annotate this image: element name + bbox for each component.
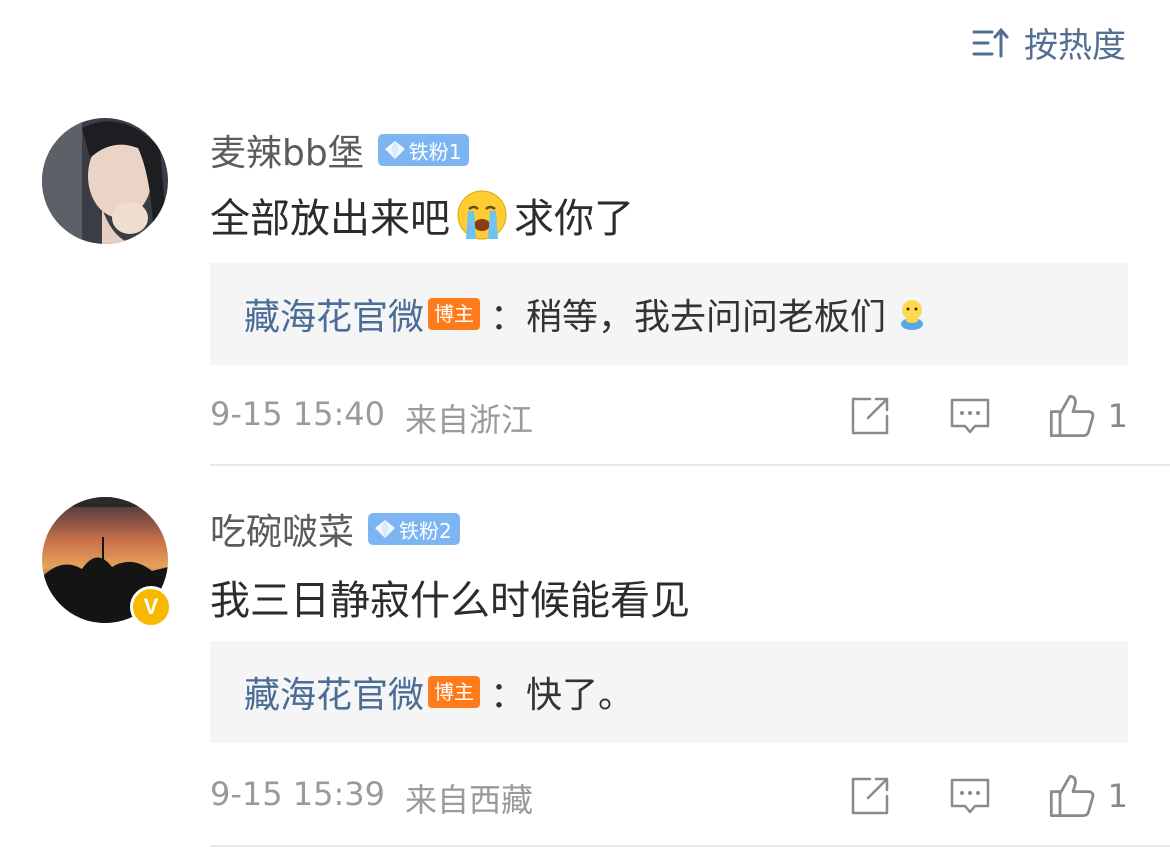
- comment-icon: [950, 398, 989, 434]
- reply-text: ：稍等，我去问问老板们: [490, 297, 887, 338]
- like-button[interactable]: 1: [1048, 392, 1128, 440]
- comment-text-part: 全部放出来吧: [210, 196, 450, 242]
- comment-text-part: 我三日静寂什么时候能看见: [210, 578, 690, 624]
- repost-button[interactable]: [848, 774, 892, 818]
- comment-date: 9-15 15:40: [210, 395, 386, 433]
- comment-actions: 1: [848, 772, 1128, 820]
- comment-date: 9-15 15:39: [210, 775, 386, 813]
- comment-location: 来自浙江: [405, 401, 534, 439]
- author-reply[interactable]: 藏海花官微 博主 ：快了。: [210, 641, 1128, 743]
- diamond-icon: [375, 520, 396, 538]
- avatar[interactable]: [42, 118, 168, 244]
- reply-author[interactable]: 藏海花官微: [244, 666, 424, 718]
- divider: [210, 464, 1170, 466]
- thumbs-up-icon: [1049, 775, 1094, 817]
- fan-badge[interactable]: 铁粉1: [377, 134, 470, 166]
- comment-text: 我三日静寂什么时候能看见: [210, 568, 690, 626]
- divider: [210, 845, 1170, 847]
- crying-face-emoji: [457, 190, 507, 240]
- hugging-doll-emoji: [901, 300, 924, 330]
- sort-label: 按热度: [1024, 26, 1126, 66]
- author-reply[interactable]: 藏海花官微 博主 ：稍等，我去问问老板们: [210, 263, 1128, 365]
- host-badge: 博主: [428, 676, 481, 708]
- thumbs-up-icon: [1049, 395, 1094, 437]
- sort-icon: [972, 27, 1009, 57]
- fan-badge[interactable]: 铁粉2: [368, 513, 460, 545]
- comment-meta: 9-15 15:39 来自西藏: [210, 775, 533, 821]
- share-icon: [851, 397, 888, 435]
- fan-badge-label: 铁粉2: [399, 518, 452, 543]
- comment-location: 来自西藏: [405, 781, 534, 819]
- comment-icon: [950, 778, 989, 814]
- like-button[interactable]: 1: [1048, 772, 1128, 820]
- sort-by-hot-button[interactable]: 按热度: [972, 18, 1126, 67]
- like-count: 1: [1107, 777, 1128, 815]
- username[interactable]: 麦辣bb堡: [210, 124, 364, 176]
- comment-text-part: 求你了: [514, 196, 634, 242]
- reply-text: ：快了。: [490, 675, 635, 716]
- comment-meta: 9-15 15:40 来自浙江: [210, 395, 533, 441]
- username[interactable]: 吃碗啵菜: [210, 503, 354, 555]
- comment-actions: 1: [848, 392, 1128, 440]
- reply-button[interactable]: [948, 394, 992, 438]
- fan-badge-label: 铁粉1: [408, 139, 462, 164]
- verified-badge: V: [130, 586, 172, 628]
- repost-button[interactable]: [848, 394, 892, 438]
- diamond-icon: [384, 141, 405, 159]
- like-count: 1: [1107, 397, 1128, 435]
- comment-text: 全部放出来吧 求你了: [210, 186, 634, 244]
- share-icon: [851, 777, 888, 815]
- reply-author[interactable]: 藏海花官微: [244, 288, 424, 340]
- reply-button[interactable]: [948, 774, 992, 818]
- host-badge: 博主: [428, 298, 481, 330]
